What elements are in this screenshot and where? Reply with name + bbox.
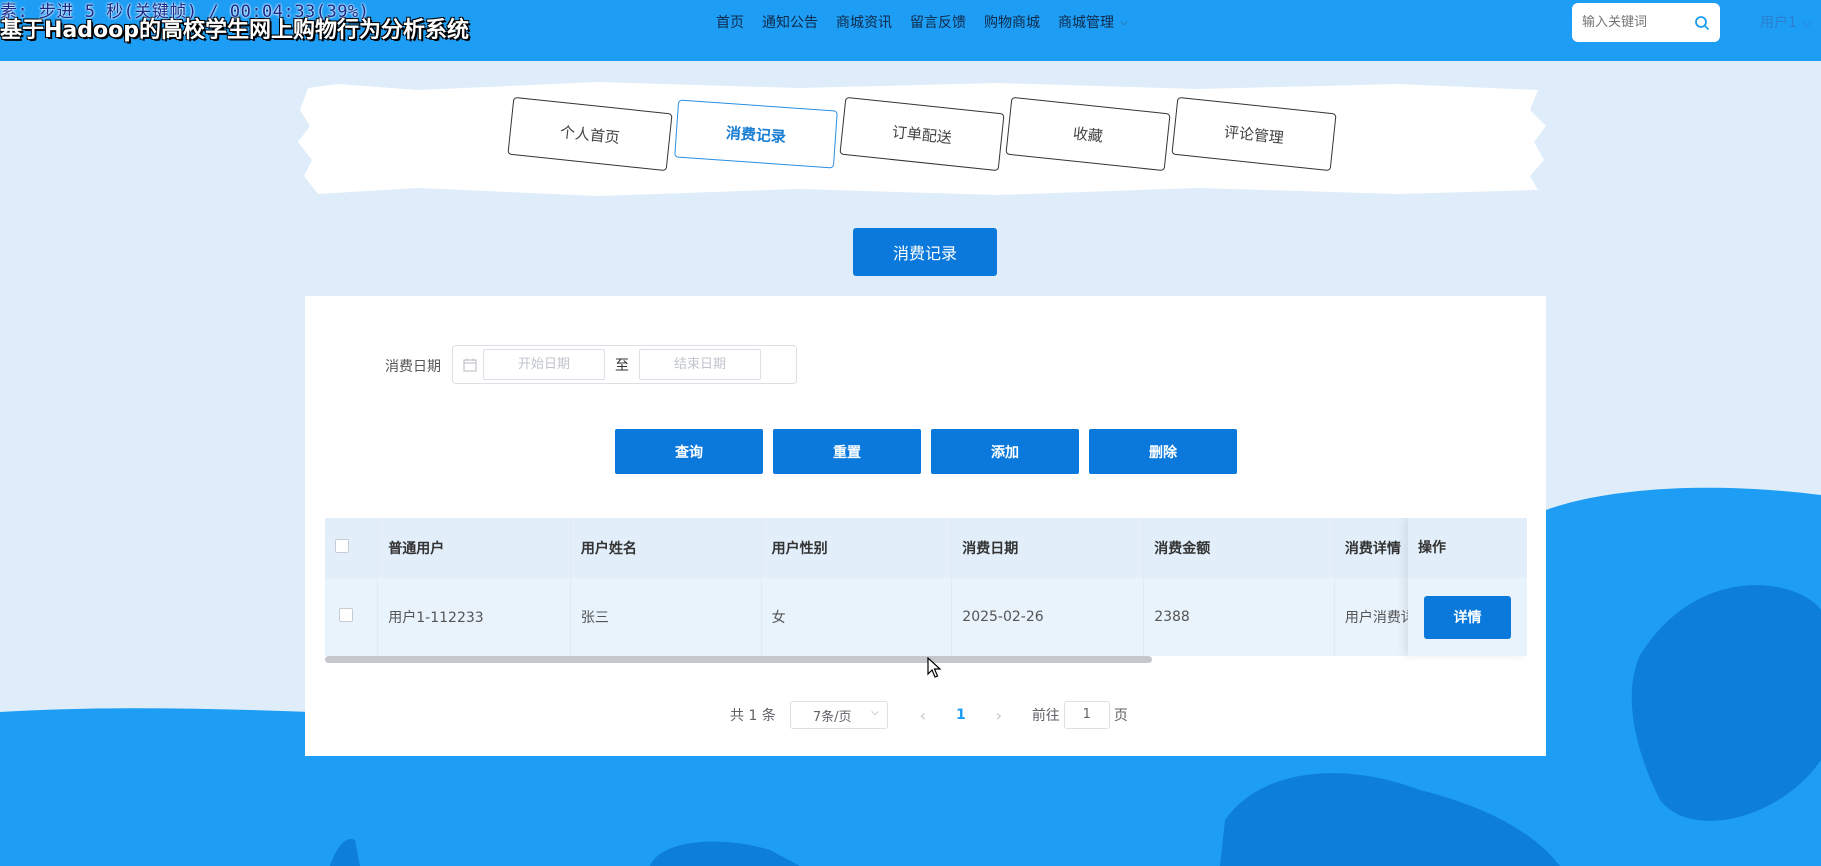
nav-shop[interactable]: 购物商城 <box>984 12 1040 32</box>
row-select-cell <box>325 578 379 656</box>
column-header-gender: 用户性别 <box>761 518 953 578</box>
main-nav: 首页 通知公告 商城资讯 留言反馈 购物商城 商城管理 ⌵ <box>716 12 1146 32</box>
cell-amount: 2388 <box>1143 578 1335 656</box>
column-header-name: 用户姓名 <box>570 518 762 578</box>
video-overlay-text: 素: 步进 5 秒(关键帧) / 00:04:33(39%) <box>0 2 370 22</box>
nav-feedback[interactable]: 留言反馈 <box>910 12 966 32</box>
nav-notices[interactable]: 通知公告 <box>762 12 818 32</box>
total-count: 共 1 条 <box>730 708 776 724</box>
add-button[interactable]: 添加 <box>931 429 1079 474</box>
date-separator: 至 <box>615 357 629 374</box>
search-box <box>1572 3 1720 42</box>
cell-gender: 女 <box>761 578 953 656</box>
current-page[interactable]: 1 <box>946 707 976 723</box>
pagination: 共 1 条 7条/页 ⌵ ‹ 1 › 前往 1 页 <box>730 701 1128 729</box>
goto-page-input[interactable]: 1 <box>1063 701 1110 729</box>
username: 用户1 <box>1760 15 1797 31</box>
nav-shop-management[interactable]: 商城管理 ⌵ <box>1058 12 1128 32</box>
search-icon[interactable] <box>1694 15 1710 31</box>
nav-news[interactable]: 商城资讯 <box>836 12 892 32</box>
column-header-date: 消费日期 <box>951 518 1145 578</box>
chevron-down-icon: ⌵ <box>1801 15 1812 31</box>
date-filter-label: 消费日期 <box>385 359 441 375</box>
delete-button[interactable]: 删除 <box>1089 429 1237 474</box>
column-header-operations: 操作 <box>1418 540 1446 556</box>
next-page-icon[interactable]: › <box>984 706 1014 725</box>
start-date-input[interactable]: 开始日期 <box>483 349 605 380</box>
operations-column: 操作 详情 <box>1408 518 1527 656</box>
tab-banner: 个人首页 消费记录 订单配送 收藏 评论管理 <box>298 80 1546 198</box>
search-input[interactable] <box>1582 15 1682 30</box>
prev-page-icon[interactable]: ‹ <box>908 706 938 725</box>
chevron-down-icon: ⌵ <box>1120 16 1128 28</box>
end-date-input[interactable]: 结束日期 <box>639 349 761 380</box>
goto-label: 前往 <box>1031 708 1060 724</box>
user-menu[interactable]: 用户1 ⌵ <box>1760 12 1812 32</box>
operations-cell: 详情 <box>1408 578 1527 656</box>
horizontal-scrollbar[interactable] <box>325 656 1152 663</box>
cell-name: 张三 <box>570 578 762 656</box>
nav-home[interactable]: 首页 <box>716 12 744 32</box>
section-title: 消费记录 <box>853 228 997 276</box>
query-button[interactable]: 查询 <box>615 429 763 474</box>
cell-user: 用户1-112233 <box>377 578 571 656</box>
mouse-cursor-icon <box>927 657 942 678</box>
detail-button[interactable]: 详情 <box>1424 595 1511 639</box>
main-panel: 消费日期 开始日期 至 结束日期 查询 重置 添加 删除 普通用户 用户姓名 用… <box>305 296 1546 756</box>
calendar-icon <box>463 358 477 372</box>
chevron-down-icon: ⌵ <box>871 707 879 718</box>
tab-consumption-records[interactable]: 消费记录 <box>674 99 838 169</box>
select-all-cell <box>325 518 379 578</box>
page-size-select[interactable]: 7条/页 ⌵ <box>789 701 888 729</box>
page-size-value: 7条/页 <box>812 709 852 725</box>
column-header-amount: 消费金额 <box>1143 518 1335 578</box>
select-all-checkbox[interactable] <box>335 539 349 553</box>
row-checkbox[interactable] <box>339 608 353 622</box>
reset-button[interactable]: 重置 <box>773 429 921 474</box>
column-header-user: 普通用户 <box>377 518 571 578</box>
cell-date: 2025-02-26 <box>951 578 1145 656</box>
table-row: 用户1-112233 张三 女 2025-02-26 2388 用户消费详情 <box>325 578 1527 656</box>
nav-shop-management-label: 商城管理 <box>1058 15 1114 31</box>
data-table: 普通用户 用户姓名 用户性别 消费日期 消费金额 消费详情 用户1-112233… <box>325 518 1527 663</box>
page-unit: 页 <box>1113 708 1128 724</box>
action-buttons: 查询 重置 添加 删除 <box>615 429 1237 474</box>
date-range-picker[interactable]: 开始日期 至 结束日期 <box>452 345 797 384</box>
